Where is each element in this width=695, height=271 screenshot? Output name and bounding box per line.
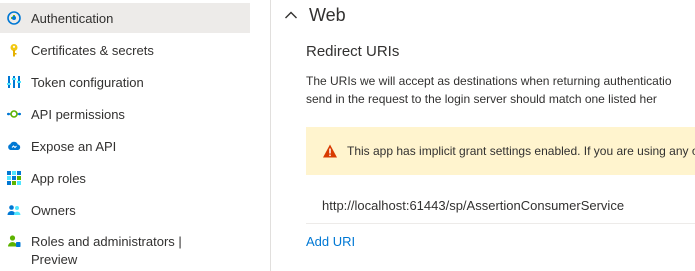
sidebar-item-label: Certificates & secrets bbox=[31, 42, 154, 58]
description-line: send in the request to the login server … bbox=[306, 92, 657, 106]
roles-administrators-icon bbox=[7, 234, 21, 248]
sidebar-item-expose-an-api[interactable]: Expose an API bbox=[0, 131, 250, 161]
sidebar-item-certificates-secrets[interactable]: Certificates & secrets bbox=[0, 35, 250, 65]
chevron-up-icon bbox=[283, 7, 299, 23]
redirect-uris-heading: Redirect URIs bbox=[306, 43, 400, 60]
sidebar-item-authentication[interactable]: Authentication bbox=[0, 3, 250, 33]
description-line: The URIs we will accept as destinations … bbox=[306, 74, 672, 88]
sidebar-item-label: Authentication bbox=[31, 10, 114, 26]
authentication-icon bbox=[7, 11, 21, 25]
warning-text: This app has implicit grant settings ena… bbox=[347, 144, 695, 158]
main-content: Web Redirect URIs The URIs we will accep… bbox=[271, 0, 695, 271]
redirect-uri-value[interactable]: http://localhost:61443/sp/AssertionConsu… bbox=[322, 198, 624, 213]
sidebar-item-token-configuration[interactable]: Token configuration bbox=[0, 67, 250, 97]
sidebar-item-label: Owners bbox=[31, 202, 76, 218]
sidebar-item-label: Roles and administrators | Preview bbox=[31, 234, 182, 267]
sidebar-item-label: App roles bbox=[31, 170, 86, 186]
implicit-grant-warning: This app has implicit grant settings ena… bbox=[306, 127, 695, 175]
owners-icon bbox=[7, 203, 21, 217]
section-title: Web bbox=[309, 5, 346, 25]
sidebar-item-label: Expose an API bbox=[31, 138, 117, 154]
add-uri-link[interactable]: Add URI bbox=[306, 233, 355, 251]
token-configuration-icon bbox=[7, 75, 21, 89]
warning-icon bbox=[322, 143, 338, 159]
cloud-icon bbox=[7, 139, 21, 153]
web-section-toggle[interactable]: Web bbox=[283, 4, 346, 26]
key-icon bbox=[7, 43, 21, 57]
sidebar-item-app-roles[interactable]: App roles bbox=[0, 163, 250, 193]
redirect-uris-description: The URIs we will accept as destinations … bbox=[306, 72, 695, 108]
api-permissions-icon bbox=[7, 107, 21, 121]
app-roles-grid-icon bbox=[7, 171, 21, 185]
sidebar-item-label: API permissions bbox=[31, 106, 125, 122]
redirect-uri-row[interactable]: http://localhost:61443/sp/AssertionConsu… bbox=[306, 188, 695, 224]
sidebar-item-roles-administrators[interactable]: Roles and administrators | Preview bbox=[0, 231, 250, 271]
sidebar-item-label: Token configuration bbox=[31, 74, 144, 90]
sidebar-item-api-permissions[interactable]: API permissions bbox=[0, 99, 250, 129]
sidebar-nav: Authentication Certificates & secrets To… bbox=[0, 0, 250, 271]
sidebar-item-owners[interactable]: Owners bbox=[0, 195, 250, 225]
